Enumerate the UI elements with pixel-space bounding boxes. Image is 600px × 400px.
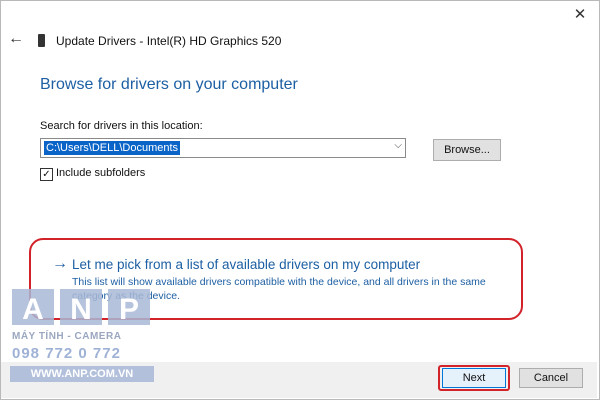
next-annotation-ring [438, 365, 510, 391]
include-subfolders-checkbox[interactable]: ✓ [40, 168, 53, 181]
cancel-button[interactable]: Cancel [519, 368, 583, 388]
watermark-website: WWW.ANP.COM.VN [10, 366, 154, 382]
anp-watermark-logo: A N P [12, 289, 150, 326]
watermark-tagline: MÁY TÍNH - CAMERA [12, 331, 122, 342]
page-title: Browse for drivers on your computer [40, 76, 298, 93]
device-icon [38, 34, 45, 47]
close-icon[interactable]: ✕ [568, 5, 592, 25]
path-combobox[interactable]: C:\Users\DELL\Documents ⌵ [40, 138, 406, 158]
search-location-label: Search for drivers in this location: [40, 120, 203, 132]
browse-button[interactable]: Browse... [433, 139, 501, 161]
include-subfolders-label[interactable]: Include subfolders [56, 167, 145, 179]
window-title: Update Drivers - Intel(R) HD Graphics 52… [56, 34, 282, 48]
chevron-down-icon[interactable]: ⌵ [394, 140, 402, 151]
back-arrow-icon[interactable]: ← [8, 30, 24, 48]
svg-text:N: N [70, 293, 92, 326]
watermark-phone: 098 772 0 772 [12, 345, 121, 362]
svg-text:A: A [22, 293, 44, 326]
path-input-value[interactable]: C:\Users\DELL\Documents [44, 141, 181, 155]
svg-text:P: P [119, 293, 139, 326]
